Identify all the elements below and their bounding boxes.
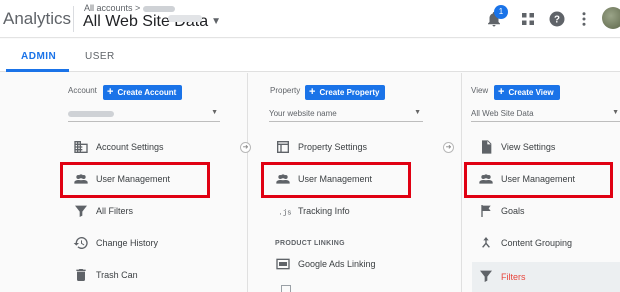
account-heading: Account [68,86,97,95]
arrow-right-icon: ➜ [240,142,251,153]
create-view-label: Create View [508,88,554,97]
content-grouping-label: Content Grouping [501,238,573,248]
filters-item[interactable]: Filters [472,262,620,292]
create-account-label: Create Account [117,88,177,97]
top-bar: Analytics All accounts > All Web Site Da… [0,0,620,38]
svg-text:?: ? [554,14,560,25]
history-icon [73,236,88,249]
user-management-highlight [261,162,411,198]
property-heading: Property [270,86,301,95]
filters-label: Filters [501,272,526,282]
user-management-highlight [60,162,210,198]
view-settings-item[interactable]: View Settings [478,137,620,159]
content-grouping-item[interactable]: Content Grouping [478,233,620,255]
redacted-overlay [168,15,202,22]
active-tab-indicator [6,69,69,72]
view-heading: View [471,86,489,95]
flag-icon [481,205,491,217]
property-settings-item[interactable]: Property Settings [275,137,435,159]
trash-can-label: Trash Can [96,270,138,280]
all-filters-label: All Filters [96,206,134,216]
create-account-button[interactable]: + Create Account [103,85,183,100]
grouping-icon [482,237,490,248]
redacted-account-selection [68,111,114,117]
window-icon [277,141,289,153]
create-property-button[interactable]: + Create Property [305,85,386,100]
all-filters-item[interactable]: All Filters [73,201,233,223]
view-selector[interactable]: All Web Site Data ▼ [471,108,620,122]
tab-user[interactable]: USER [85,51,115,62]
building-icon [74,141,88,153]
svg-text:.js: .js [278,209,291,217]
tracking-info-label: Tracking Info [298,206,350,216]
plus-icon: + [309,86,316,98]
account-settings-item[interactable]: Account Settings [73,137,233,159]
goals-item[interactable]: Goals [478,201,620,223]
apps-grid-icon[interactable] [519,10,537,28]
caret-down-icon: ▼ [414,109,421,116]
product-linking-heading: PRODUCT LINKING [275,240,345,247]
arrow-right-icon: ➜ [443,142,454,153]
more-vert-icon[interactable] [575,10,593,28]
account-selector[interactable]: ▼ [68,108,220,122]
tab-admin[interactable]: ADMIN [21,51,56,62]
ads-icon [276,258,290,270]
create-property-label: Create Property [319,88,380,97]
caret-down-icon: ▼ [211,109,218,116]
filter-icon [480,270,492,282]
avatar[interactable] [602,7,620,29]
property-settings-label: Property Settings [298,142,368,152]
js-icon: .js [278,209,291,217]
trash-icon [76,269,86,281]
google-ads-linking-item[interactable]: Google Ads Linking [275,254,435,276]
change-history-item[interactable]: Change History [73,233,233,255]
caret-down-icon: ▼ [211,16,221,27]
user-management-highlight [464,162,613,198]
tracking-info-item[interactable]: .js Tracking Info [275,201,435,223]
change-history-label: Change History [96,238,159,248]
breadcrumb-text[interactable]: All accounts > [84,3,140,13]
filter-icon [75,205,87,217]
google-ads-linking-label: Google Ads Linking [298,259,376,269]
notification-badge: 1 [494,5,508,19]
breadcrumb[interactable]: All accounts > [84,3,176,13]
plus-icon: + [107,86,114,98]
tab-bar: ADMIN USER [0,39,620,72]
view-settings-label: View Settings [501,142,556,152]
trash-can-item[interactable]: Trash Can [73,265,233,287]
property-selector-value: Your website name [269,109,337,118]
app-name[interactable]: Analytics [3,9,71,29]
help-icon[interactable]: ? [548,10,566,28]
next-item-icon [281,285,291,292]
goals-label: Goals [501,206,525,216]
header-divider [73,6,74,32]
account-settings-label: Account Settings [96,142,164,152]
redacted-account-name [143,5,176,12]
caret-down-icon: ▼ [612,109,619,116]
view-selector-value: All Web Site Data [471,109,534,118]
plus-icon: + [498,86,505,98]
document-icon [482,140,492,154]
create-view-button[interactable]: + Create View [494,85,560,100]
property-selector[interactable]: Your website name ▼ [269,108,423,122]
